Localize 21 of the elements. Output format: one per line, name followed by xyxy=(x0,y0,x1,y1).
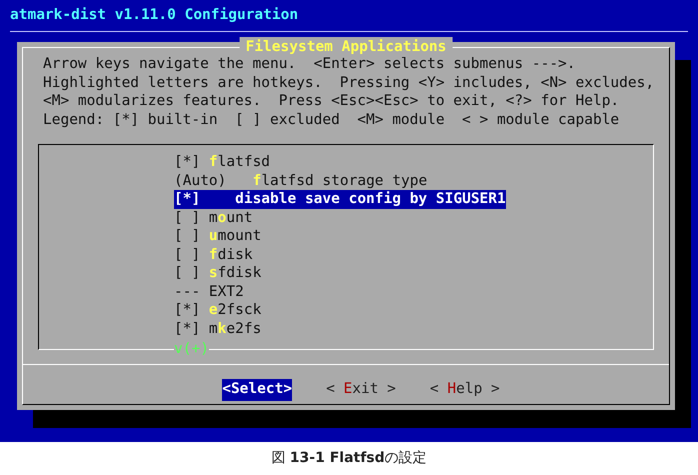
more-indicator: v(+) xyxy=(174,340,209,358)
help-text: Arrow keys navigate the menu. <Enter> selects submenus --->. xyxy=(43,55,577,74)
menu-item[interactable]: [*] mke2fs xyxy=(174,320,262,338)
help-text: Highlighted letters are hotkeys. Pressing <Y> includes, <N> excludes, xyxy=(43,74,656,92)
menu-item[interactable]: [*] flatfsd xyxy=(174,153,270,172)
help-text: <M> modularizes features. Press <Esc><Esc> to exit, <?> for Help. xyxy=(43,92,620,110)
screen-title: atmark-dist v1.11.0 Configuration xyxy=(10,6,300,25)
menu-item[interactable]: [ ] fdisk xyxy=(174,246,253,264)
menu-item[interactable]: [ ] sfdisk xyxy=(174,264,262,282)
menu-item[interactable]: (Auto) flatfsd storage type xyxy=(174,172,428,190)
menu-item[interactable]: --- EXT2 xyxy=(174,282,244,301)
menu-item[interactable]: [ ] umount xyxy=(174,227,262,246)
figure-caption: 図 13-1 Flatfsdの設定 xyxy=(271,449,427,468)
menu-item[interactable]: [*] e2fsck xyxy=(174,301,262,320)
dialog-button[interactable]: <Select> xyxy=(222,379,292,401)
help-text: Legend: [*] built-in [ ] excluded <M> module < > module capable xyxy=(43,110,620,129)
dialog-title: Filesystem Applications xyxy=(240,37,452,57)
menu-item[interactable]: [ ] mount xyxy=(174,208,253,227)
dialog-button[interactable]: < Help > xyxy=(430,379,500,401)
menu-item[interactable]: [*] disable save config by SIGUSER1 xyxy=(174,190,506,208)
dialog-button[interactable]: < Exit > xyxy=(326,379,396,401)
